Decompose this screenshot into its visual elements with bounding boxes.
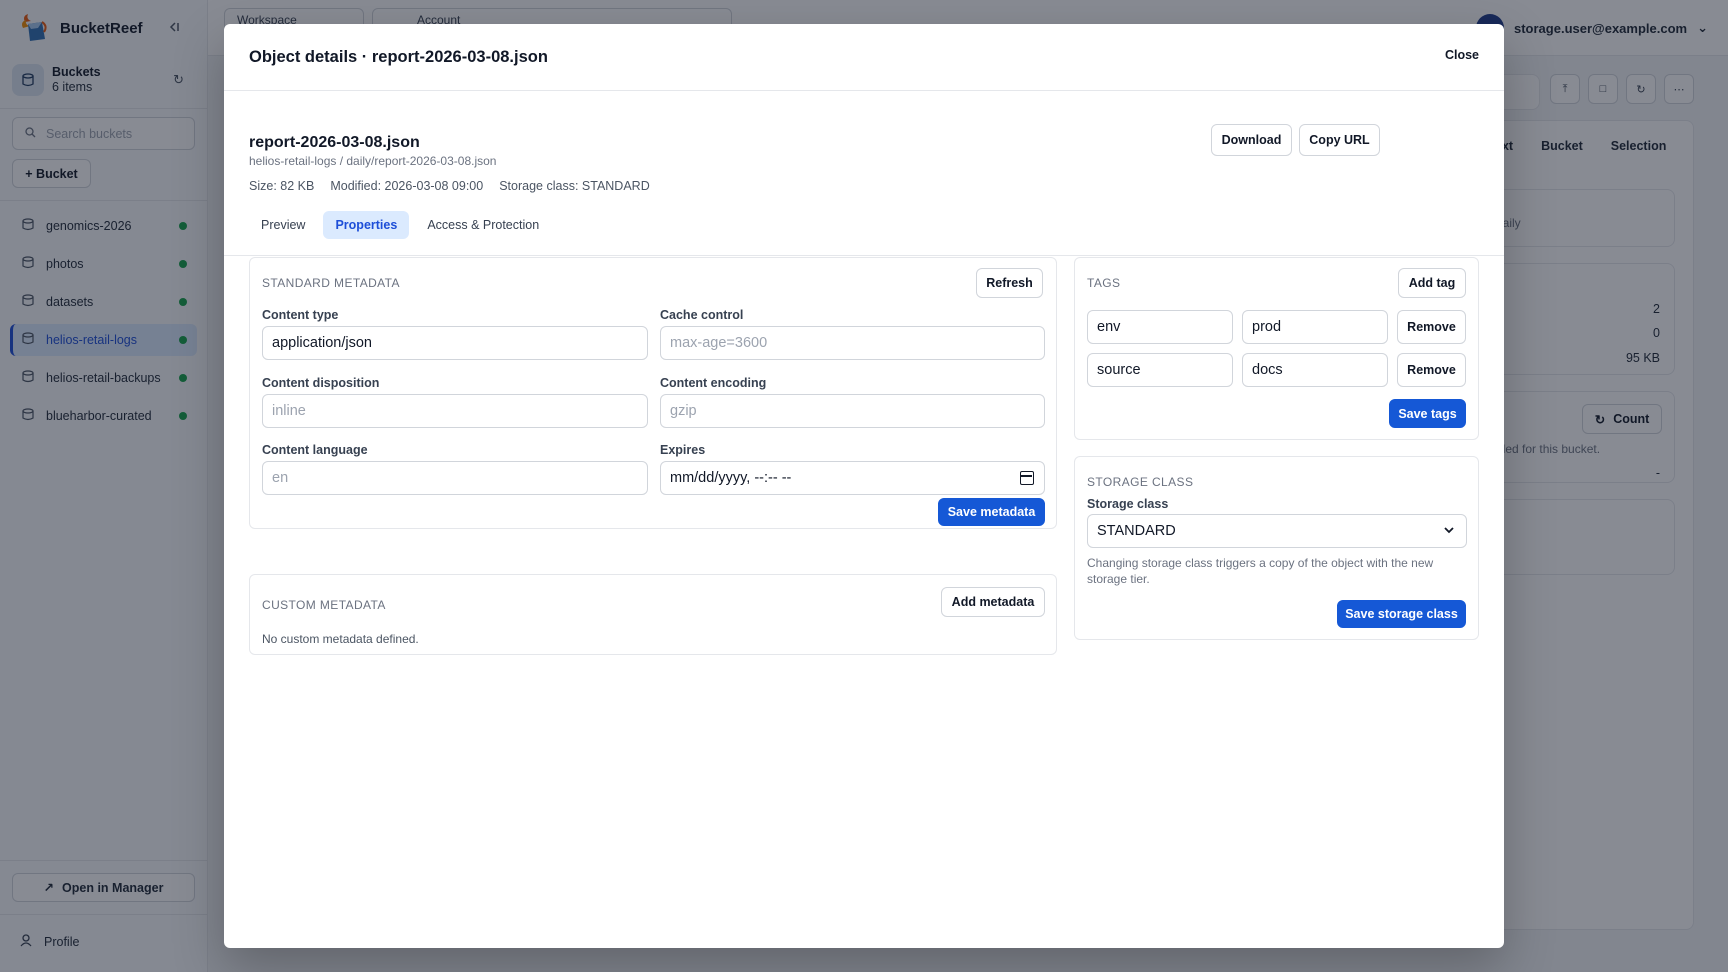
close-button[interactable]: Close [1445, 48, 1479, 62]
download-button[interactable]: Download [1211, 124, 1292, 156]
tag-key-input[interactable]: source [1087, 353, 1233, 387]
storage-class-selected: STANDARD [1097, 523, 1176, 539]
content-encoding-input[interactable]: gzip [660, 394, 1045, 428]
object-storage-class: Storage class: STANDARD [499, 179, 650, 193]
chevron-down-icon [1444, 525, 1454, 537]
refresh-metadata-button[interactable]: Refresh [976, 268, 1043, 298]
object-info: Size: 82 KB Modified: 2026-03-08 09:00 S… [249, 179, 650, 193]
object-modified: Modified: 2026-03-08 09:00 [330, 179, 484, 193]
cache-control-label: Cache control [660, 308, 744, 322]
divider [224, 255, 1504, 256]
content-disposition-input[interactable]: inline [262, 394, 648, 428]
storage-class-help: Changing storage class triggers a copy o… [1087, 556, 1434, 586]
standard-metadata-card: STANDARD METADATA Refresh Content type a… [249, 257, 1057, 529]
save-tags-button[interactable]: Save tags [1389, 399, 1466, 428]
modal-header: Object details · report-2026-03-08.json … [224, 24, 1504, 91]
custom-metadata-title: CUSTOM METADATA [262, 598, 386, 612]
content-type-label: Content type [262, 308, 339, 322]
tag-key-input[interactable]: env [1087, 310, 1233, 344]
content-encoding-label: Content encoding [660, 376, 767, 390]
object-name: report-2026-03-08.json [249, 134, 420, 151]
tag-value-input[interactable]: docs [1242, 353, 1388, 387]
save-metadata-button[interactable]: Save metadata [938, 498, 1045, 526]
expires-label: Expires [660, 443, 706, 457]
remove-tag-button[interactable]: Remove [1397, 310, 1466, 344]
tab-preview[interactable]: Preview [249, 211, 317, 239]
tag-value-input[interactable]: prod [1242, 310, 1388, 344]
object-details-modal: Object details · report-2026-03-08.json … [224, 24, 1504, 948]
modal-title: Object details · report-2026-03-08.json [249, 48, 548, 66]
custom-metadata-empty: No custom metadata defined. [262, 632, 419, 646]
object-path: helios-retail-logs / daily/report-2026-0… [249, 154, 497, 168]
tags-card: TAGS Add tag env prod Remove source docs… [1074, 257, 1479, 440]
copy-url-button[interactable]: Copy URL [1299, 124, 1380, 156]
detail-tabs: Preview Properties Access & Protection [249, 211, 551, 239]
add-metadata-button[interactable]: Add metadata [941, 587, 1045, 617]
remove-tag-button[interactable]: Remove [1397, 353, 1466, 387]
tags-title: TAGS [1087, 276, 1121, 290]
expires-placeholder: mm/dd/yyyy, --:-- -- [670, 470, 792, 486]
tab-access-protection[interactable]: Access & Protection [415, 211, 551, 239]
content-language-input[interactable]: en [262, 461, 648, 495]
content-language-label: Content language [262, 443, 368, 457]
storage-class-label: Storage class [1087, 497, 1169, 511]
storage-class-card: STORAGE CLASS Storage class STANDARD Cha… [1074, 456, 1479, 640]
calendar-icon[interactable] [1020, 471, 1034, 485]
content-type-input[interactable]: application/json [262, 326, 648, 360]
object-size: Size: 82 KB [249, 179, 315, 193]
cache-control-input[interactable]: max-age=3600 [660, 326, 1045, 360]
content-disposition-label: Content disposition [262, 376, 380, 390]
custom-metadata-card: CUSTOM METADATA Add metadata No custom m… [249, 574, 1057, 655]
storage-class-title: STORAGE CLASS [1087, 475, 1194, 489]
storage-class-select[interactable]: STANDARD [1087, 514, 1467, 548]
standard-metadata-title: STANDARD METADATA [262, 276, 400, 290]
tab-properties[interactable]: Properties [323, 211, 410, 239]
add-tag-button[interactable]: Add tag [1398, 268, 1466, 298]
save-storage-class-button[interactable]: Save storage class [1337, 600, 1466, 628]
expires-input[interactable]: mm/dd/yyyy, --:-- -- [660, 461, 1045, 495]
